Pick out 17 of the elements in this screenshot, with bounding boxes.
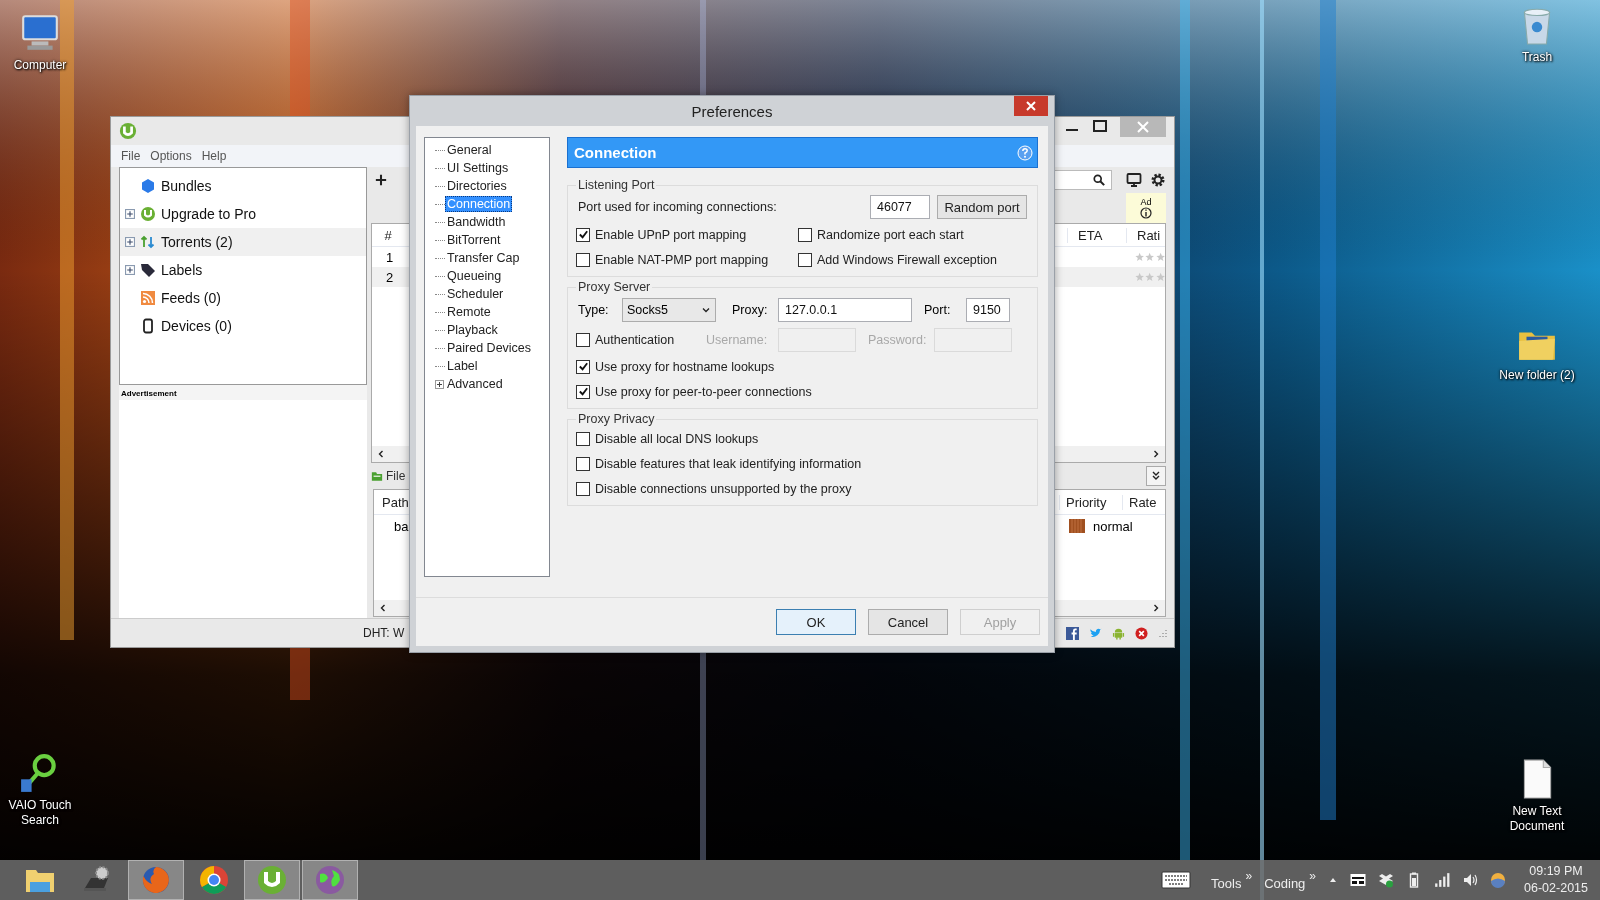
group-title: Proxy Server — [577, 280, 652, 294]
status-text: DHT: W — [362, 626, 405, 640]
table-cell-text: 1 — [385, 249, 394, 265]
field-label: Proxy: — [732, 303, 769, 317]
field-label: Username: — [706, 333, 769, 347]
table-cell-text: ba — [393, 518, 409, 534]
group-title: Listening Port — [577, 178, 656, 192]
window-title: Preferences — [691, 102, 773, 120]
section-header: Connection — [567, 137, 1038, 168]
field-label: Type: — [577, 303, 610, 317]
field-label: Port used for incoming connections: — [577, 200, 778, 214]
table-cell-text: 2 — [385, 269, 394, 285]
field-label: Port: — [924, 303, 952, 317]
field-label: Password: — [868, 333, 928, 347]
table-cell-text: normal — [1093, 518, 1134, 534]
group-title: Proxy Privacy — [577, 412, 656, 426]
advertisement-label: Advertisement — [119, 385, 367, 400]
